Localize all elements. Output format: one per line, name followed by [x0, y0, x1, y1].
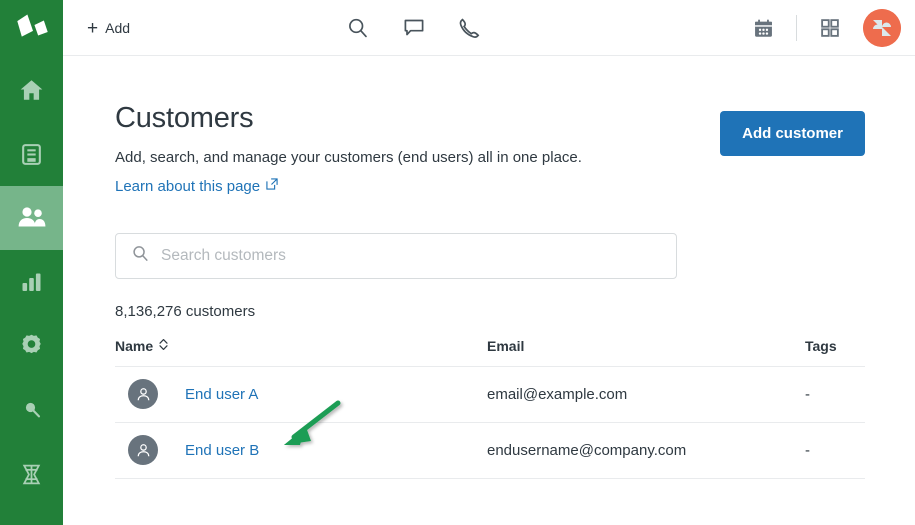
add-customer-button[interactable]: Add customer: [720, 111, 865, 156]
column-header-tags: Tags: [805, 337, 865, 367]
customer-tags: -: [805, 366, 865, 423]
talk-icon[interactable]: [455, 13, 485, 43]
table-body: End user A email@example.com - End user …: [115, 366, 865, 479]
reporting-icon: [19, 270, 44, 294]
zendesk-logo[interactable]: [0, 0, 63, 58]
table-row[interactable]: End user B endusername@company.com -: [115, 422, 865, 479]
top-right-icons: [748, 9, 915, 47]
apps-grid-icon[interactable]: [815, 13, 845, 43]
column-header-email: Email: [487, 337, 805, 367]
top-navigation-bar: + Add: [63, 0, 915, 56]
avatar: [128, 379, 158, 410]
sidebar-item-views[interactable]: [0, 122, 63, 186]
customer-email: endusername@company.com: [487, 422, 805, 479]
sort-icon: [158, 338, 169, 354]
page-subtitle: Add, search, and manage your customers (…: [115, 149, 582, 167]
admin-gear-icon: [18, 333, 45, 360]
column-header-name[interactable]: Name: [115, 337, 487, 367]
customer-tags: -: [805, 422, 865, 479]
customers-table: Name Email Tags End user A email@example…: [115, 337, 865, 479]
customers-icon: [17, 205, 47, 231]
content-area: Customers Add, search, and manage your c…: [63, 56, 915, 525]
avatar: [128, 435, 158, 466]
chat-icon[interactable]: [399, 13, 429, 43]
divider: [796, 15, 797, 41]
add-button-label: Add: [105, 20, 131, 36]
table-header-row: Name Email Tags: [115, 337, 865, 367]
sidebar-item-home[interactable]: [0, 58, 63, 122]
sidebar-item-explore[interactable]: [0, 442, 63, 506]
external-link-icon: [265, 177, 279, 195]
search-input[interactable]: [161, 233, 661, 278]
sidebar-item-reporting[interactable]: [0, 250, 63, 314]
zendesk-customers-page: + Add Customers Add, search, and manage …: [0, 0, 915, 525]
add-button[interactable]: + Add: [79, 13, 138, 44]
search-customers-field[interactable]: [115, 232, 677, 279]
page-header: Customers Add, search, and manage your c…: [115, 102, 865, 196]
sidebar-item-customers[interactable]: [0, 186, 63, 250]
search-icon[interactable]: [343, 13, 373, 43]
top-center-icons: [343, 13, 485, 43]
main-region: + Add Customers Add, search, and manage …: [63, 0, 915, 525]
sidebar-item-search[interactable]: [0, 378, 63, 442]
page-title: Customers: [115, 102, 254, 134]
customer-email: email@example.com: [487, 366, 805, 423]
views-icon: [19, 142, 44, 167]
search-icon: [131, 244, 150, 268]
calendar-icon[interactable]: [748, 13, 778, 43]
search-icon: [20, 398, 44, 422]
column-header-name-label: Name: [115, 337, 154, 354]
sidebar-item-admin[interactable]: [0, 314, 63, 378]
explore-icon: [19, 462, 44, 487]
customer-name-link[interactable]: End user A: [185, 386, 258, 403]
global-sidebar: [0, 0, 63, 525]
table-row[interactable]: End user A email@example.com -: [115, 366, 865, 423]
user-avatar[interactable]: [863, 9, 901, 47]
learn-link-label: Learn about this page: [115, 177, 261, 195]
customer-name-link[interactable]: End user B: [185, 442, 259, 459]
home-icon: [18, 77, 45, 103]
customers-count: 8,136,276 customers: [115, 302, 256, 320]
learn-about-page-link[interactable]: Learn about this page: [115, 177, 279, 195]
plus-icon: +: [87, 17, 99, 39]
